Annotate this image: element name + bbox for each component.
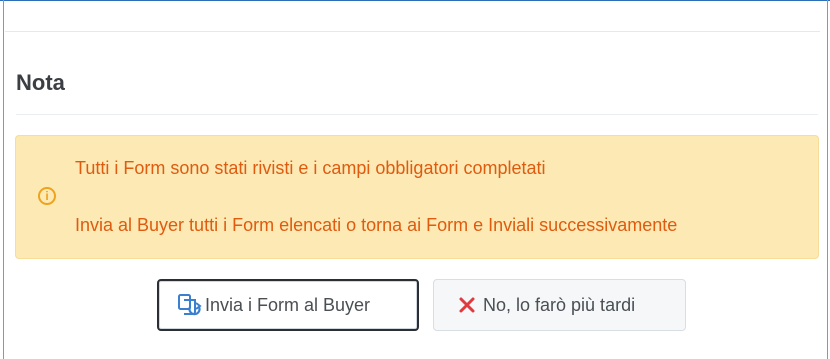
divider [5, 31, 820, 32]
close-icon [458, 296, 476, 314]
alert-message-line: Invia al Buyer tutti i Form elencati o t… [75, 215, 678, 235]
note-panel: Nota i Tutti i Form sono stati rivisti e… [0, 0, 830, 359]
section-title: Nota [16, 70, 65, 95]
send-forms-label: Invia i Form al Buyer [205, 294, 371, 315]
alert-message-line: Tutti i Form sono stati rivisti e i camp… [75, 158, 546, 178]
do-it-later-label: No, lo farò più tardi [483, 294, 636, 315]
send-forms-icon [177, 293, 203, 317]
panel-left-border [3, 0, 4, 359]
title-divider [16, 114, 818, 115]
send-forms-to-buyer-button[interactable]: Invia i Form al Buyer [157, 279, 419, 331]
panel-top-border [0, 0, 830, 10]
panel-right-border [827, 0, 828, 359]
info-icon: i [38, 187, 56, 205]
info-alert: i Tutti i Form sono stati rivisti e i ca… [15, 135, 819, 259]
do-it-later-button[interactable]: No, lo farò più tardi [433, 279, 686, 331]
